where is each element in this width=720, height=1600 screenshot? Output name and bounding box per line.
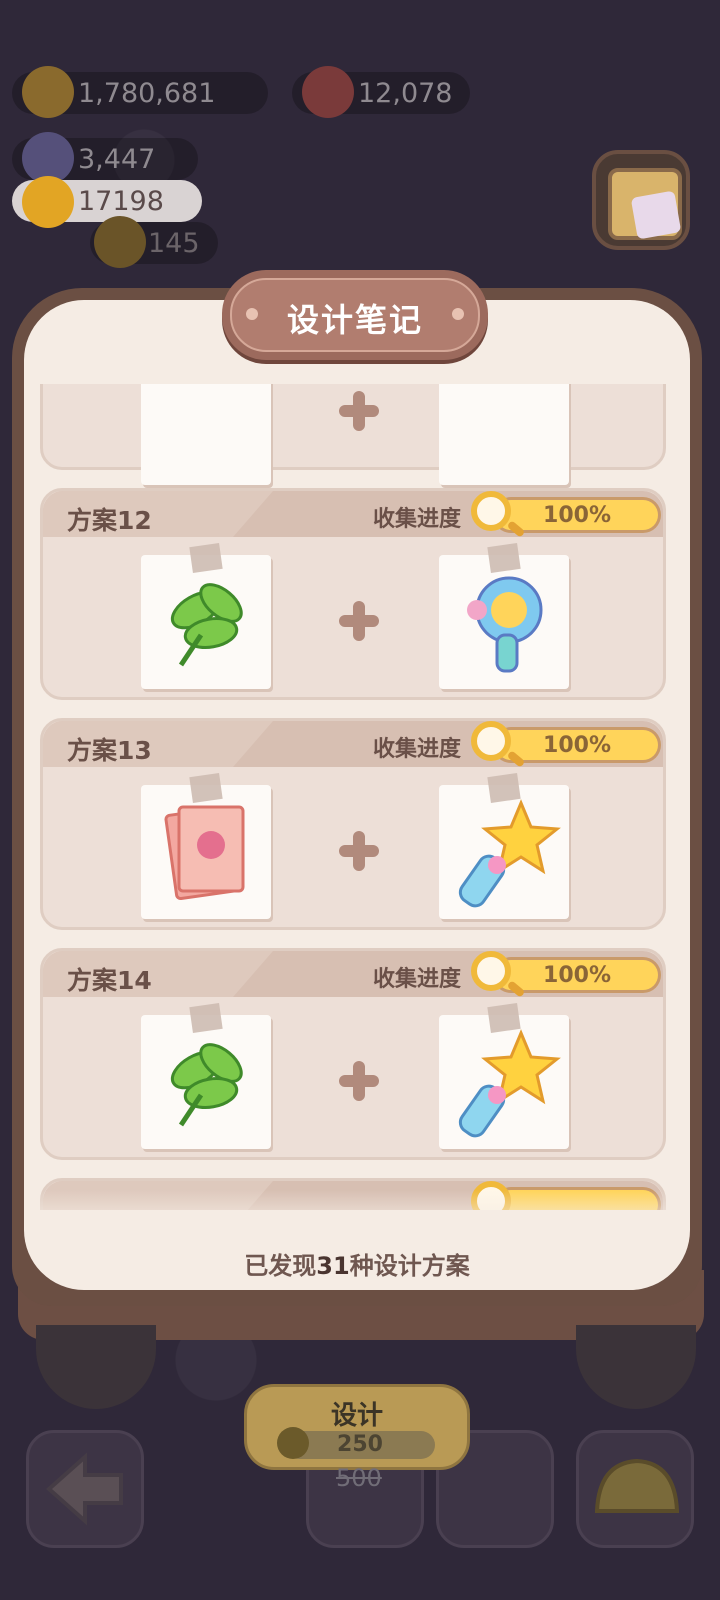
sunflower-icon: [22, 176, 74, 228]
design-button[interactable]: 设计 250: [244, 1384, 470, 1470]
star-wand-icon: [458, 799, 561, 908]
star-wand-photo: [439, 773, 569, 919]
coin-value: 1,780,681: [78, 77, 216, 109]
item-photo: [439, 384, 569, 485]
poster-cards-icon: [164, 805, 245, 901]
book-icon: [608, 168, 682, 240]
plus-icon: [339, 601, 379, 641]
extra-counter: 145: [90, 216, 218, 268]
progress-label: 收集进度: [373, 967, 462, 992]
extra-value: 145: [148, 227, 200, 259]
magnifier-icon: [471, 951, 511, 991]
star-wand-photo: [439, 1003, 569, 1149]
magnifier-icon: [471, 721, 511, 761]
helmet-button[interactable]: [576, 1430, 694, 1548]
progress-label: 收集进度: [373, 507, 462, 532]
design-cost: 250: [277, 1427, 435, 1459]
plan-card[interactable]: 方案14 收集进度 100%: [40, 948, 666, 1160]
hair-dryer-photo: [439, 543, 569, 689]
gem-icon: [302, 66, 354, 118]
gem-counter: 12,078: [292, 66, 470, 118]
coin-counter: 1,780,681: [12, 66, 268, 118]
plus-icon: [339, 831, 379, 871]
plan-card[interactable]: 方案13 收集进度 100%: [40, 718, 666, 930]
plan-list[interactable]: 方案12 收集进度 100% 方案13 收集进度 100% 方案14 收集进度 …: [40, 384, 666, 1210]
back-button[interactable]: [26, 1430, 144, 1548]
poster-photo: [141, 773, 271, 919]
plan-name: 方案12: [67, 506, 152, 535]
progress-fill: 100%: [496, 500, 658, 530]
coin-icon: [22, 66, 74, 118]
crystal-counter: 3,447: [12, 132, 198, 184]
leaf-bundle-icon: [170, 1043, 243, 1127]
discovered-summary: 已发现31种设计方案: [244, 1252, 470, 1280]
design-cost-value: 250: [337, 1432, 383, 1457]
toy-hair-dryer-icon: [467, 576, 543, 673]
plan-card[interactable]: 方案12 收集进度 100%: [40, 488, 666, 700]
plan-name: 方案13: [67, 736, 152, 765]
gem-value: 12,078: [358, 77, 453, 109]
old-cost: 500: [336, 1464, 382, 1492]
plan-name: 方案14: [67, 966, 152, 995]
plan-card-previous: [40, 384, 666, 485]
leaf-bundle-icon: [170, 583, 243, 667]
helmet-icon: [594, 1458, 680, 1513]
pet-icon: [94, 216, 146, 268]
sunflower-value: 17198: [78, 185, 164, 217]
back-arrow-icon: [45, 1452, 123, 1526]
sunflower-counter: 17198: [12, 176, 202, 228]
list-fade: [24, 1190, 690, 1230]
plus-icon: [339, 391, 379, 431]
design-book-button[interactable]: [592, 150, 690, 250]
item-photo: [141, 384, 271, 485]
sunflower-icon: [277, 1427, 309, 1459]
progress-fill: 100%: [496, 730, 658, 760]
design-button-label: 设计: [330, 1401, 383, 1431]
plus-icon: [339, 1061, 379, 1101]
star-wand-icon: [458, 1029, 561, 1138]
crystal-value: 3,447: [78, 143, 156, 175]
leaf-bundle-photo: [141, 1003, 271, 1149]
progress-fill: 100%: [496, 960, 658, 990]
dialog-title-plate: 设计笔记: [222, 270, 488, 360]
dialog-title: 设计笔记: [286, 301, 423, 339]
progress-label: 收集进度: [373, 737, 462, 762]
magnifier-icon: [471, 491, 511, 531]
discovered-count: 31: [316, 1252, 350, 1280]
leaf-bundle-photo: [141, 543, 271, 689]
